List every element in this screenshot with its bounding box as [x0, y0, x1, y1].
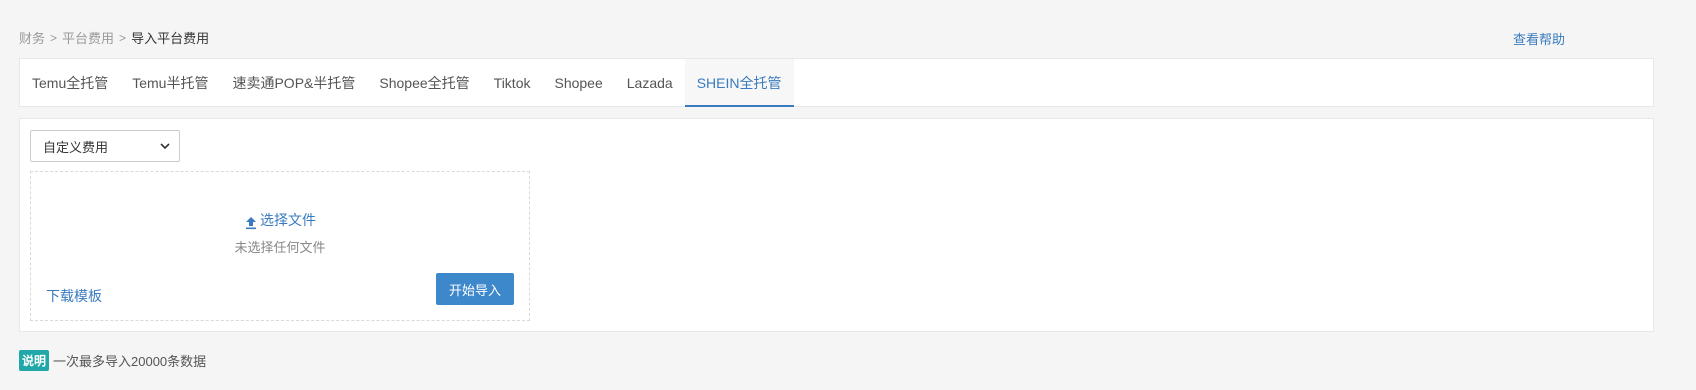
choose-file-label: 选择文件 — [260, 212, 316, 228]
upload-dropzone[interactable]: 选择文件 未选择任何文件 下载模板 开始导入 — [30, 171, 530, 321]
platform-tabs: Temu全托管 Temu半托管 速卖通POP&半托管 Shopee全托管 Tik… — [19, 58, 1654, 107]
tab-shein-full[interactable]: SHEIN全托管 — [684, 59, 794, 107]
breadcrumb-separator: > — [50, 30, 58, 45]
no-file-text: 未选择任何文件 — [234, 240, 326, 255]
breadcrumb: 财务 > 平台费用 > 导入平台费用 — [19, 28, 209, 47]
tab-tiktok[interactable]: Tiktok — [482, 59, 543, 106]
tab-shopee[interactable]: Shopee — [542, 59, 614, 106]
tab-temu-semi[interactable]: Temu半托管 — [120, 59, 220, 106]
help-link[interactable]: 查看帮助 — [1513, 29, 1565, 48]
breadcrumb-item-finance[interactable]: 财务 — [19, 28, 45, 47]
tab-lazada[interactable]: Lazada — [615, 59, 685, 106]
import-note: 说明 一次最多导入20000条数据 — [19, 350, 206, 371]
fee-type-value: 自定义费用 — [43, 139, 109, 155]
download-template-link[interactable]: 下载模板 — [46, 286, 102, 306]
tab-shopee-full[interactable]: Shopee全托管 — [367, 59, 481, 106]
breadcrumb-separator: > — [119, 30, 127, 45]
note-badge: 说明 — [19, 350, 50, 371]
start-import-button[interactable]: 开始导入 — [436, 273, 514, 305]
breadcrumb-current: 导入平台费用 — [131, 31, 210, 46]
fee-type-select[interactable]: 自定义费用 — [30, 130, 180, 162]
tab-aliexpress[interactable]: 速卖通POP&半托管 — [220, 59, 367, 106]
upload-arrow-icon — [246, 217, 256, 230]
note-text: 一次最多导入20000条数据 — [53, 354, 207, 369]
chevron-down-icon — [160, 143, 170, 150]
choose-file-button[interactable]: 选择文件 — [31, 210, 529, 230]
breadcrumb-item-platform-fees[interactable]: 平台费用 — [62, 28, 114, 47]
import-panel: 自定义费用 选择文件 未选择任何文件 下载模板 开始导入 — [19, 118, 1654, 332]
tab-temu-full[interactable]: Temu全托管 — [20, 59, 120, 106]
